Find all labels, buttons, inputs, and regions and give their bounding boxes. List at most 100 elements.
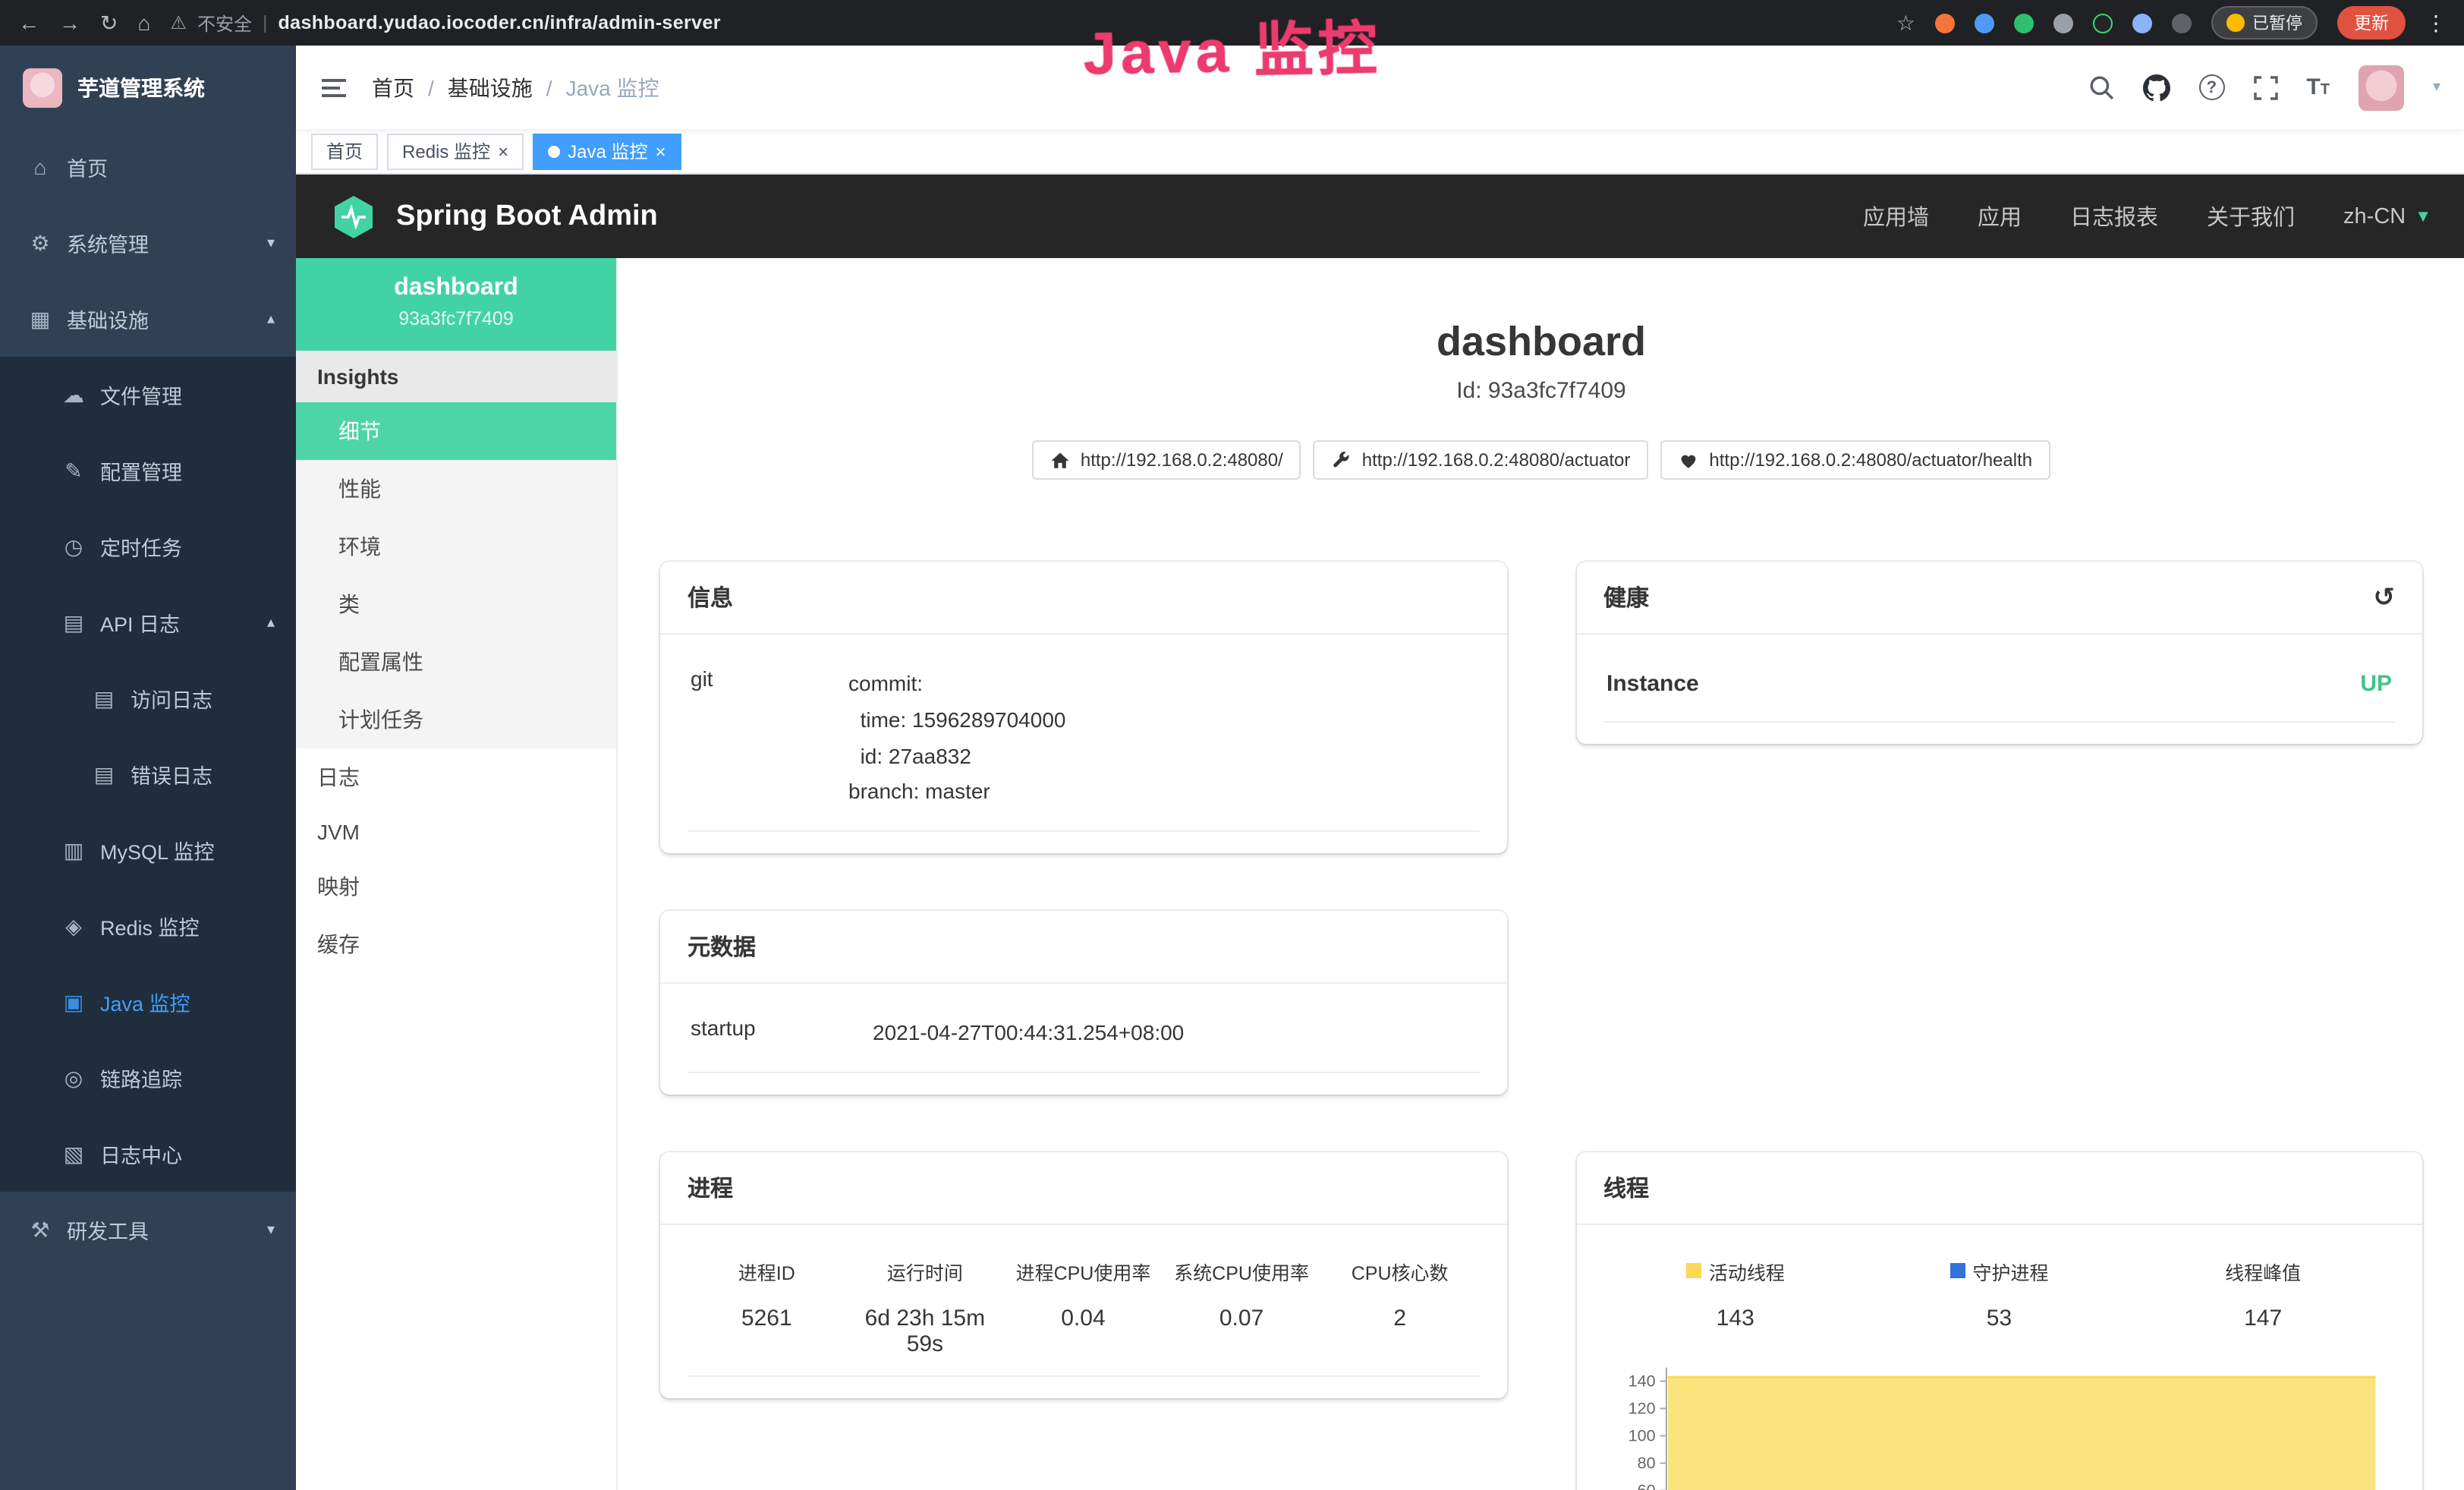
breadcrumb: 首页 / 基础设施 / Java 监控 xyxy=(372,72,659,102)
update-button[interactable]: 更新 xyxy=(2337,6,2406,39)
sidebar-item-tracing[interactable]: ◎ 链路追踪 xyxy=(0,1040,296,1116)
font-size-icon[interactable]: TT xyxy=(2306,74,2330,100)
navbar-actions: ? TT ▾ xyxy=(2088,65,2440,110)
sba-item-mappings[interactable]: 映射 xyxy=(296,858,616,915)
sidebar-item-mysql-monitor[interactable]: ▥ MySQL 监控 xyxy=(0,812,296,888)
sidebar-item-java-monitor[interactable]: ▣ Java 监控 xyxy=(0,964,296,1040)
breadcrumb-separator: / xyxy=(546,75,552,99)
sba-nav-applications[interactable]: 应用 xyxy=(1978,200,2022,232)
threads-card-body: 活动线程 143 守护进程 xyxy=(1576,1225,2422,1490)
sidebar-item-label: 基础设施 xyxy=(67,304,149,334)
history-icon[interactable]: ↺ xyxy=(2374,584,2396,610)
security-label[interactable]: 不安全 xyxy=(197,10,252,36)
sidebar-item-infrastructure[interactable]: ▦ 基础设施 ▴ xyxy=(0,281,296,357)
service-url-button[interactable]: http://192.168.0.2:48080/ xyxy=(1032,440,1301,480)
puzzle-extensions-icon[interactable] xyxy=(2172,13,2192,33)
profile-paused-chip[interactable]: 已暂停 xyxy=(2211,6,2318,39)
sba-item-caches[interactable]: 缓存 xyxy=(296,915,616,973)
search-icon[interactable] xyxy=(2088,74,2113,100)
legend-swatch xyxy=(1949,1264,1965,1279)
sba-nav-about[interactable]: 关于我们 xyxy=(2207,200,2295,232)
warning-icon: ⚠ xyxy=(170,12,187,33)
tab-redis-monitor[interactable]: Redis 监控 × xyxy=(387,133,524,169)
sidebar-item-system-mgmt[interactable]: ⚙ 系统管理 ▾ xyxy=(0,205,296,281)
sba-item-environment[interactable]: 环境 xyxy=(296,518,616,575)
github-icon[interactable] xyxy=(2142,74,2170,101)
sba-item-details[interactable]: 细节 xyxy=(296,402,616,460)
browser-menu-icon[interactable]: ⋮ xyxy=(2425,10,2447,36)
sidebar-item-config-mgmt[interactable]: ✎ 配置管理 xyxy=(0,433,296,509)
document-icon: ▤ xyxy=(91,685,117,711)
stat-cpu-cores: CPU核心数 2 xyxy=(1320,1257,1479,1357)
clock-icon: ◷ xyxy=(61,534,87,559)
actuator-url-button[interactable]: http://192.168.0.2:48080/actuator xyxy=(1314,440,1649,480)
main-pane: 首页 / 基础设施 / Java 监控 ? TT ▾ xyxy=(296,46,2464,1490)
sidebar-item-label: 首页 xyxy=(67,152,108,182)
sba-item-logs[interactable]: 日志 xyxy=(296,748,616,806)
health-url-button[interactable]: http://192.168.0.2:48080/actuator/health xyxy=(1660,440,2050,480)
breadcrumb-infrastructure[interactable]: 基础设施 xyxy=(448,72,533,102)
process-stats-row: 进程ID 5261 运行时间 6d 23h 15m 59s 进程CPU使用率 xyxy=(688,1237,1479,1377)
sidebar-item-log-center[interactable]: ▧ 日志中心 xyxy=(0,1116,296,1192)
locale-select[interactable]: zh-CN ▼ xyxy=(2343,204,2431,228)
svg-text:100: 100 xyxy=(1628,1427,1655,1445)
sba-item-metrics[interactable]: 性能 xyxy=(296,460,616,518)
fullscreen-icon[interactable] xyxy=(2253,75,2277,99)
hamburger-icon[interactable] xyxy=(320,74,348,101)
stat-label: 线程峰值 xyxy=(2131,1257,2395,1286)
sidebar-item-error-logs[interactable]: ▤ 错误日志 xyxy=(0,736,296,812)
stat-daemon-threads: 守护进程 53 xyxy=(1868,1257,2132,1331)
instance-header[interactable]: dashboard 93a3fc7f7409 xyxy=(296,258,616,351)
sidebar-item-label: 日志中心 xyxy=(100,1139,182,1169)
user-avatar[interactable] xyxy=(2359,65,2404,110)
document-icon: ▤ xyxy=(91,761,117,787)
metadata-card: 元数据 startup 2021-04-27T00:44:31.254+08:0… xyxy=(660,911,1506,1095)
app-logo-row[interactable]: 芋道管理系统 xyxy=(0,46,296,129)
extension-icon[interactable] xyxy=(2053,13,2073,33)
refresh-icon[interactable]: ↻ xyxy=(100,10,118,36)
sba-nav-wallboard[interactable]: 应用墙 xyxy=(1863,200,1929,232)
info-value: commit: time: 1596289704000 id: 27aa832 … xyxy=(848,666,1065,811)
health-row-instance[interactable]: Instance UP xyxy=(1603,647,2395,723)
sba-item-config-props[interactable]: 配置属性 xyxy=(296,633,616,691)
help-icon[interactable]: ? xyxy=(2198,74,2224,100)
sba-nav-journal[interactable]: 日志报表 xyxy=(2070,200,2158,232)
tab-java-monitor[interactable]: Java 监控 × xyxy=(533,133,681,169)
sidebar-item-file-mgmt[interactable]: ☁ 文件管理 xyxy=(0,357,296,433)
close-icon[interactable]: × xyxy=(498,142,508,160)
extension-icon[interactable] xyxy=(2132,13,2152,33)
sba-brand-title[interactable]: Spring Boot Admin xyxy=(396,200,658,233)
log-icon: ▤ xyxy=(61,610,87,635)
extension-icon[interactable] xyxy=(2093,13,2113,33)
stat-uptime: 运行时间 6d 23h 15m 59s xyxy=(846,1257,1005,1357)
back-icon[interactable]: ← xyxy=(18,11,39,35)
extension-icon[interactable] xyxy=(1935,13,1955,33)
tab-home[interactable]: 首页 xyxy=(311,133,378,169)
chevron-down-icon[interactable]: ▾ xyxy=(2433,79,2440,96)
breadcrumb-home[interactable]: 首页 xyxy=(372,72,414,102)
edit-icon: ✎ xyxy=(61,458,87,484)
stat-label: 运行时间 xyxy=(846,1257,1005,1286)
sidebar-item-api-logs[interactable]: ▤ API 日志 ▴ xyxy=(0,584,296,660)
browser-home-icon[interactable]: ⌂ xyxy=(137,11,150,35)
close-icon[interactable]: × xyxy=(655,142,666,160)
chevron-up-icon: ▴ xyxy=(267,310,275,327)
stat-label: CPU核心数 xyxy=(1320,1257,1479,1286)
extension-icon[interactable] xyxy=(1975,13,1994,33)
sidebar-item-access-logs[interactable]: ▤ 访问日志 xyxy=(0,660,296,736)
sidebar-item-cron-jobs[interactable]: ◷ 定时任务 xyxy=(0,509,296,584)
url-text[interactable]: dashboard.yudao.iocoder.cn/infra/admin-s… xyxy=(278,12,720,33)
address-bar[interactable]: ⚠ 不安全 | dashboard.yudao.iocoder.cn/infra… xyxy=(170,10,1876,36)
sidebar-item-dev-tools[interactable]: ⚒ 研发工具 ▾ xyxy=(0,1192,296,1268)
sba-item-scheduled-tasks[interactable]: 计划任务 xyxy=(296,691,616,748)
forward-icon[interactable]: → xyxy=(59,11,80,35)
sba-group-insights[interactable]: Insights xyxy=(296,351,616,402)
extension-icon[interactable] xyxy=(2014,13,2034,33)
card-title: 信息 xyxy=(688,581,733,613)
sba-item-classes[interactable]: 类 xyxy=(296,575,616,633)
bookmark-star-icon[interactable]: ☆ xyxy=(1896,10,1915,36)
sidebar-item-redis-monitor[interactable]: ◈ Redis 监控 xyxy=(0,888,296,964)
info-row-git: git commit: time: 1596289704000 id: 27aa… xyxy=(688,647,1479,832)
sidebar-item-home[interactable]: ⌂ 首页 xyxy=(0,129,296,205)
sba-item-jvm[interactable]: JVM xyxy=(296,806,616,858)
